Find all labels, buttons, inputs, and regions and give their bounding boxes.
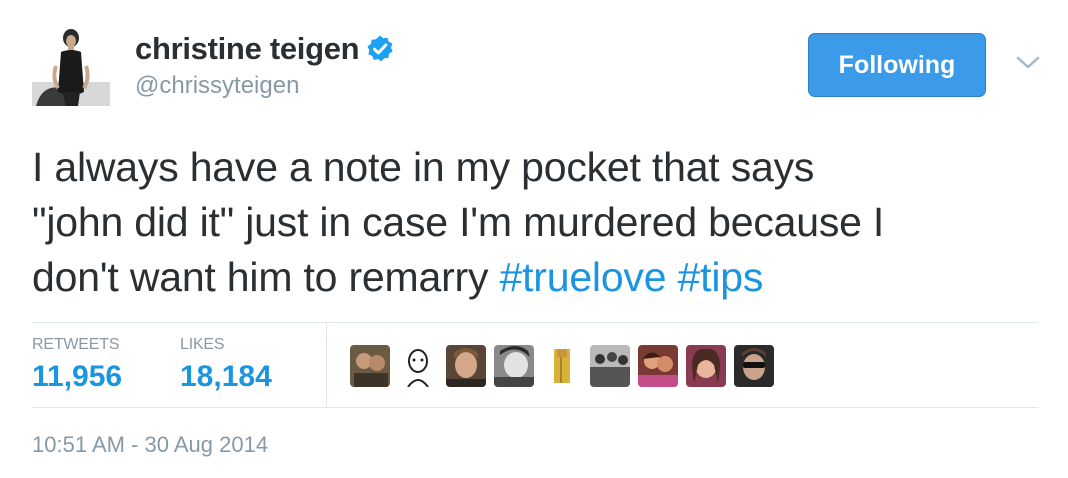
retweets-stat[interactable]: RETWEETS 11,956 — [32, 336, 122, 394]
liker-avatar[interactable] — [494, 345, 534, 387]
avatar[interactable] — [32, 22, 110, 106]
liker-avatar[interactable] — [542, 345, 582, 387]
chevron-down-icon[interactable] — [1014, 54, 1042, 72]
user-handle[interactable]: @chrissyteigen — [135, 72, 299, 100]
author-name-row: christine teigen — [135, 31, 395, 67]
tweet-text: I always have a note in my pocket that s… — [32, 140, 1042, 305]
liker-avatar[interactable] — [686, 345, 726, 387]
likes-label: LIKES — [180, 336, 225, 353]
liker-avatar[interactable] — [350, 345, 390, 387]
liker-avatar[interactable] — [446, 345, 486, 387]
liker-avatar[interactable] — [398, 345, 438, 387]
hashtag-link-tips[interactable]: #tips — [678, 254, 764, 300]
tweet-text-segment: don't want him to remarry — [32, 254, 500, 300]
stats-separator — [326, 323, 327, 407]
tweet-text-line: I always have a note in my pocket that s… — [32, 144, 815, 190]
following-button[interactable]: Following — [808, 33, 986, 97]
liker-avatar[interactable] — [734, 345, 774, 387]
tweet-timestamp[interactable]: 10:51 AM - 30 Aug 2014 — [32, 432, 268, 458]
divider — [32, 407, 1038, 408]
tweet-text-line: don't want him to remarry #truelove #tip… — [32, 250, 1042, 305]
liker-avatar[interactable] — [638, 345, 678, 387]
tweet-text-line: "john did it" just in case I'm murdered … — [32, 199, 885, 245]
divider — [32, 322, 1038, 323]
verified-badge-icon — [365, 34, 395, 64]
likes-count: 18,184 — [180, 360, 272, 393]
display-name[interactable]: christine teigen — [135, 31, 360, 67]
retweets-count: 11,956 — [32, 360, 123, 393]
retweets-label: RETWEETS — [32, 336, 120, 353]
liker-avatar[interactable] — [590, 345, 630, 387]
likes-stat[interactable]: LIKES 18,184 — [180, 336, 272, 394]
liker-avatars — [350, 345, 774, 387]
hashtag-link-truelove[interactable]: #truelove — [499, 254, 666, 300]
